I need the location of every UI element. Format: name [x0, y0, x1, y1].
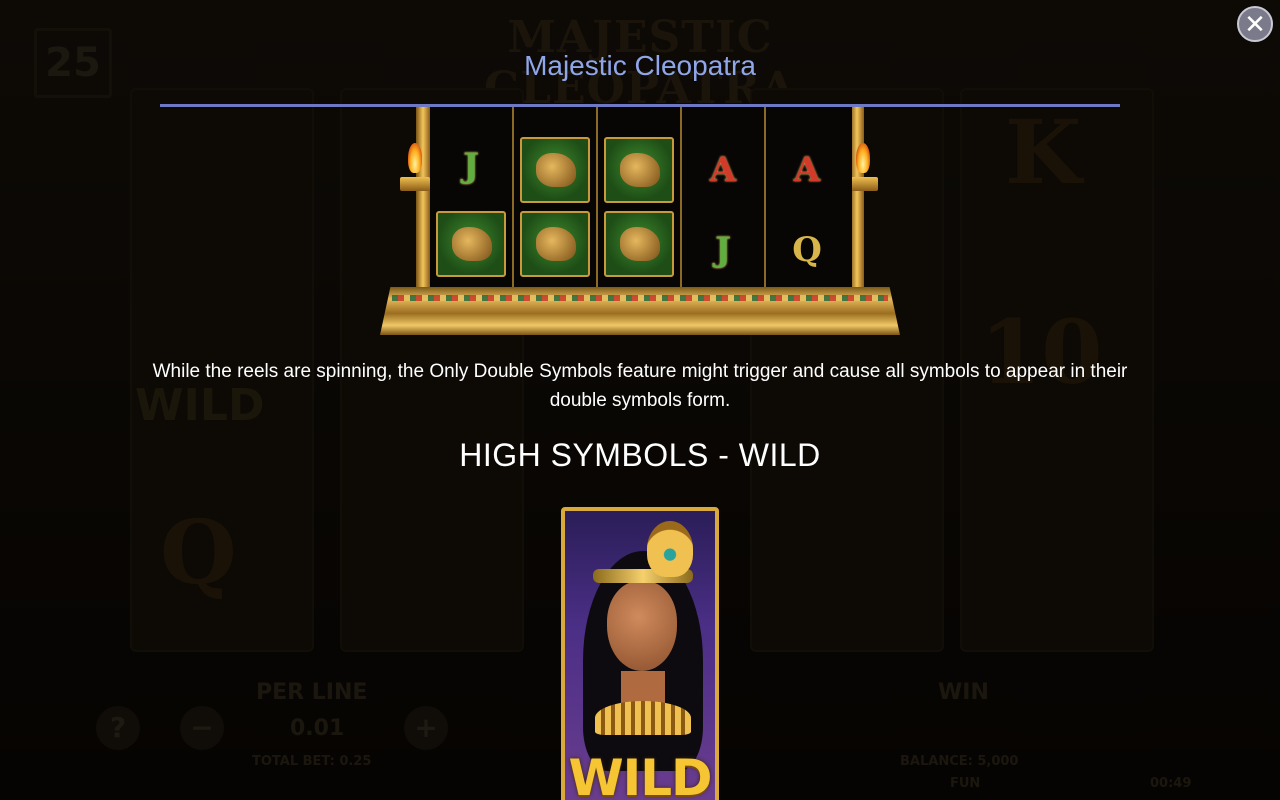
right-torch: [848, 177, 878, 191]
preview-reel-4: A J: [682, 107, 766, 287]
preview-reel-3: [598, 107, 682, 287]
symbol-camel-icon: [436, 211, 506, 277]
machine-base-trim: [392, 295, 888, 301]
symbol-q: Q: [792, 230, 822, 270]
popup-title: Majestic Cleopatra: [524, 50, 756, 81]
feature-description: While the reels are spinning, the Only D…: [152, 361, 1128, 411]
left-torch: [400, 177, 430, 191]
section-title: HIGH SYMBOLS - WILD: [459, 437, 821, 473]
wild-symbol-card: WILD: [561, 507, 719, 800]
paytable-scroll-area[interactable]: J A J A Q While the reels are spinning, …: [0, 107, 1280, 800]
left-flame-icon: [408, 143, 422, 173]
scarab-crown-icon: [647, 521, 693, 577]
gold-collar-icon: [595, 701, 691, 735]
double-symbols-illustration: J A J A Q: [380, 107, 900, 335]
preview-reel-1: J: [430, 107, 514, 287]
symbol-j: J: [714, 230, 732, 270]
wild-label: WILD: [568, 749, 712, 800]
preview-reel-5: A Q: [766, 107, 848, 287]
symbol-camel-icon: [520, 137, 590, 203]
symbol-camel-icon: [604, 211, 674, 277]
right-flame-icon: [856, 143, 870, 173]
symbol-camel-icon: [604, 137, 674, 203]
symbol-camel-icon: [520, 211, 590, 277]
preview-reel-2: [514, 107, 598, 287]
close-icon[interactable]: ✕: [1237, 6, 1273, 42]
symbol-a: A: [709, 150, 737, 190]
symbol-a: A: [793, 150, 821, 190]
right-pillar: [850, 107, 864, 292]
reels-preview: J A J A Q: [430, 107, 852, 287]
cleopatra-face: [607, 581, 677, 671]
left-pillar: [416, 107, 430, 292]
symbol-j: J: [462, 146, 480, 186]
